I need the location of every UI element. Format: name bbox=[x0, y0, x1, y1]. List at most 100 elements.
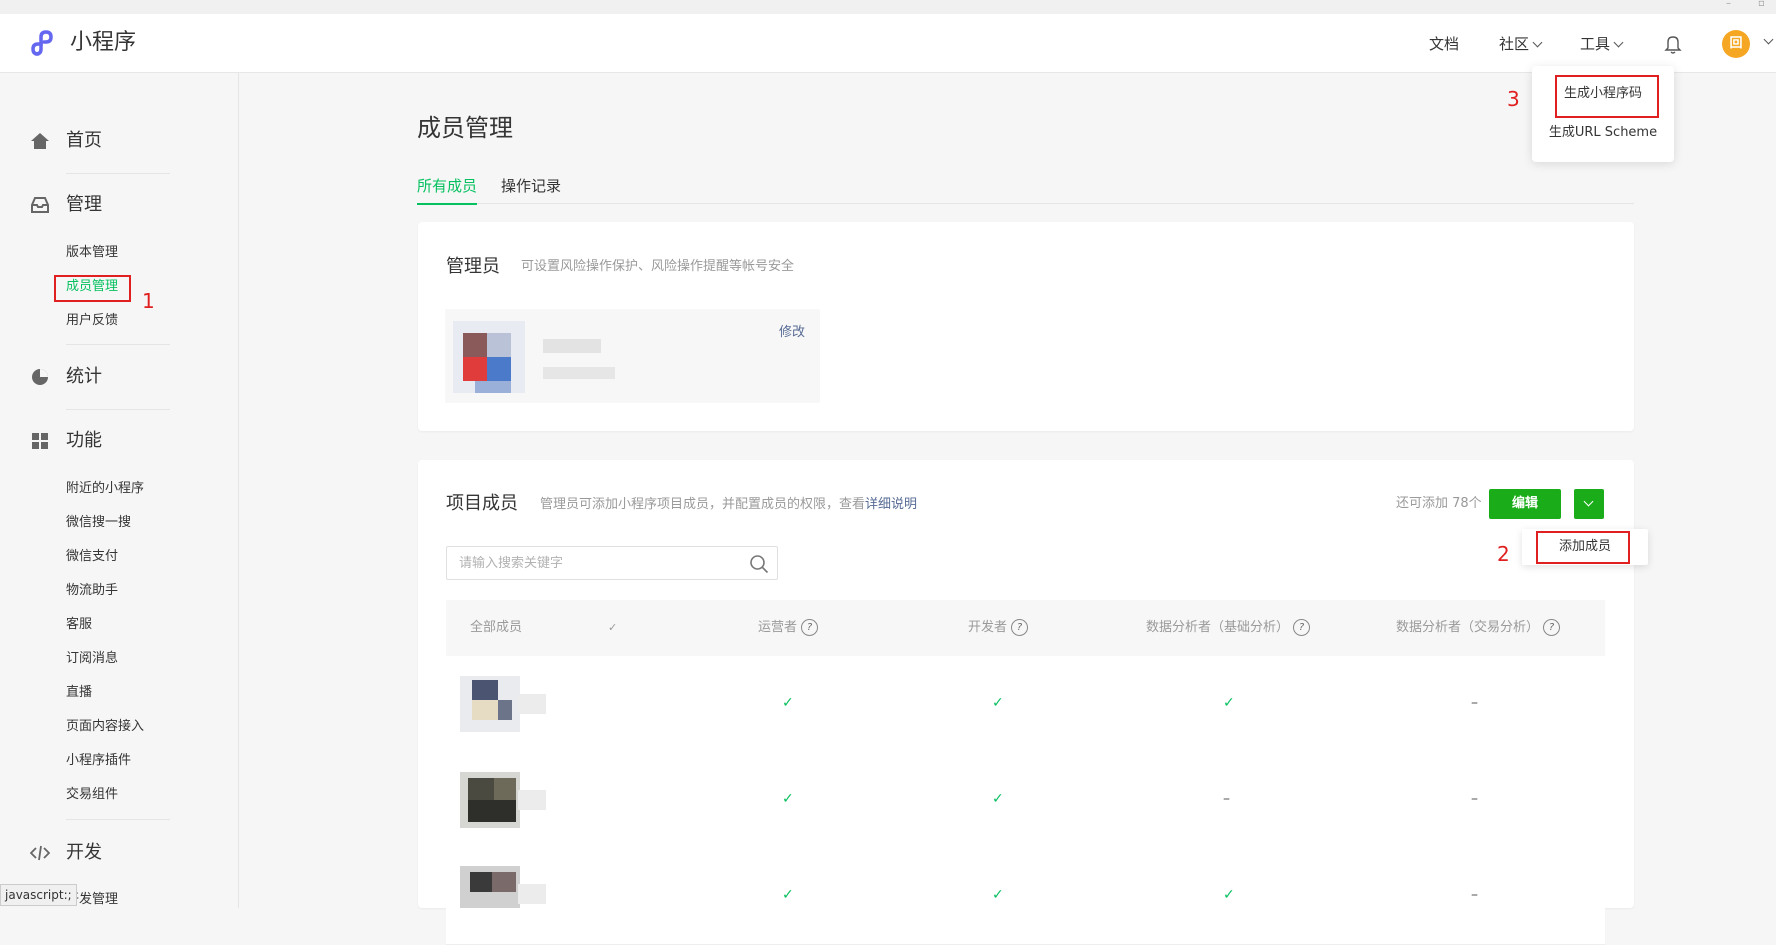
sidebar-item-nearby[interactable]: 附近的小程序 bbox=[66, 480, 144, 498]
table-row[interactable]: ✓ ✓ ✓ – bbox=[446, 848, 1605, 945]
admin-desc: 可设置风险操作保护、风险操作提醒等帐号安全 bbox=[521, 259, 795, 274]
highlight-box-1 bbox=[54, 275, 131, 302]
chevron-down-icon[interactable] bbox=[1763, 34, 1774, 45]
perm-developer: ✓ bbox=[992, 887, 1004, 903]
sort-icon[interactable]: ✓ bbox=[608, 619, 617, 637]
page-title: 成员管理 bbox=[417, 114, 513, 142]
avatar[interactable]: 回 bbox=[1722, 30, 1750, 58]
admin-wechat-id bbox=[543, 367, 615, 379]
detail-link[interactable]: 详细说明 bbox=[865, 497, 917, 512]
member-quota: 还可添加 78个 bbox=[1396, 496, 1482, 511]
members-table-header: 全部成员 ✓ 运营者? 开发者? 数据分析者（基础分析）? 数据分析者（交易分析… bbox=[446, 600, 1605, 656]
sidebar-item-version[interactable]: 版本管理 bbox=[66, 244, 118, 262]
window-title-strip: – ▫ bbox=[0, 0, 1776, 14]
perm-operator: ✓ bbox=[782, 695, 794, 711]
table-row[interactable]: ✓ ✓ – – bbox=[446, 752, 1605, 849]
help-icon[interactable]: ? bbox=[1543, 619, 1561, 636]
sidebar-item-subscribe[interactable]: 订阅消息 bbox=[66, 650, 118, 668]
search-icon[interactable] bbox=[749, 554, 769, 574]
nav-community-label: 社区 bbox=[1499, 35, 1530, 53]
chevron-down-icon bbox=[1613, 37, 1624, 48]
members-desc: 管理员可添加小程序项目成员，并配置成员的权限，查看详细说明 bbox=[540, 496, 917, 514]
col-analyst-basic-label: 数据分析者（基础分析） bbox=[1146, 620, 1290, 635]
avatar bbox=[460, 866, 546, 908]
annotation-number-1: 1 bbox=[142, 289, 155, 313]
tab-bar: 所有成员 操作记录 bbox=[417, 170, 1634, 205]
perm-developer: ✓ bbox=[992, 695, 1004, 711]
sidebar-item-pay[interactable]: 微信支付 bbox=[66, 548, 118, 566]
more-actions-button[interactable] bbox=[1574, 489, 1604, 519]
sidebar-item-service[interactable]: 客服 bbox=[66, 616, 92, 634]
sidebar-item-label: 首页 bbox=[66, 130, 102, 151]
col-developer-label: 开发者 bbox=[968, 620, 1008, 635]
perm-operator: ✓ bbox=[782, 791, 794, 807]
col-analyst-trade-label: 数据分析者（交易分析） bbox=[1396, 620, 1540, 635]
grid-icon bbox=[32, 433, 48, 449]
sidebar-item-logistics[interactable]: 物流助手 bbox=[66, 582, 118, 600]
maximize-icon[interactable]: ▫ bbox=[1758, 0, 1772, 9]
avatar bbox=[453, 321, 525, 393]
sidebar-item-label: 统计 bbox=[66, 366, 102, 387]
perm-analyst-basic: – bbox=[1223, 791, 1230, 807]
help-icon[interactable]: ? bbox=[801, 619, 819, 636]
nav-tools[interactable]: 工具 bbox=[1580, 34, 1624, 54]
col-operator: 运营者? bbox=[758, 619, 819, 637]
perm-analyst-trade: – bbox=[1471, 695, 1478, 711]
highlight-box-3 bbox=[1555, 75, 1659, 118]
perm-analyst-basic: ✓ bbox=[1223, 887, 1235, 903]
tab-operation-log[interactable]: 操作记录 bbox=[501, 174, 561, 198]
col-analyst-basic: 数据分析者（基础分析）? bbox=[1146, 619, 1311, 637]
pie-chart-icon bbox=[32, 369, 48, 385]
perm-operator: ✓ bbox=[782, 887, 794, 903]
admin-title: 管理员 bbox=[446, 256, 500, 277]
edit-admin-link[interactable]: 修改 bbox=[779, 324, 805, 342]
perm-analyst-trade: – bbox=[1471, 887, 1478, 903]
table-row[interactable]: ✓ ✓ ✓ – bbox=[446, 656, 1605, 753]
help-icon[interactable]: ? bbox=[1011, 619, 1029, 636]
col-developer: 开发者? bbox=[968, 619, 1029, 637]
sidebar-item-plugin[interactable]: 小程序插件 bbox=[66, 752, 131, 770]
home-icon bbox=[31, 133, 49, 149]
sidebar-section-label: 管理 bbox=[66, 194, 102, 215]
annotation-number-2: 2 bbox=[1497, 542, 1510, 566]
col-all-members[interactable]: 全部成员 bbox=[470, 619, 522, 637]
member-search bbox=[446, 546, 778, 580]
sidebar-item-feedback[interactable]: 用户反馈 bbox=[66, 312, 118, 330]
status-bar: javascript:; bbox=[0, 884, 77, 906]
sidebar-section-label: 开发 bbox=[66, 842, 102, 863]
sidebar-section-label: 功能 bbox=[66, 430, 102, 451]
divider bbox=[66, 409, 170, 410]
search-input[interactable] bbox=[457, 555, 731, 572]
sidebar-item-live[interactable]: 直播 bbox=[66, 684, 92, 702]
members-desc-text: 管理员可添加小程序项目成员，并配置成员的权限，查看 bbox=[540, 497, 866, 512]
sidebar-item-search[interactable]: 微信搜一搜 bbox=[66, 514, 131, 532]
tab-all-members[interactable]: 所有成员 bbox=[417, 174, 478, 205]
perm-developer: ✓ bbox=[992, 791, 1004, 807]
miniprogram-logo-icon[interactable] bbox=[30, 28, 60, 58]
help-icon[interactable]: ? bbox=[1293, 619, 1311, 636]
col-operator-label: 运营者 bbox=[758, 620, 798, 635]
members-title: 项目成员 bbox=[446, 493, 518, 514]
code-icon bbox=[30, 845, 50, 861]
nav-community[interactable]: 社区 bbox=[1499, 34, 1543, 54]
chevron-down-icon bbox=[1532, 37, 1543, 48]
avatar bbox=[460, 676, 546, 732]
divider bbox=[66, 173, 170, 174]
menu-item-generate-url-scheme[interactable]: 生成URL Scheme bbox=[1532, 123, 1674, 143]
col-analyst-trade: 数据分析者（交易分析）? bbox=[1396, 619, 1561, 637]
highlight-box-2 bbox=[1536, 531, 1630, 564]
nav-docs[interactable]: 文档 bbox=[1429, 34, 1459, 54]
divider bbox=[66, 819, 170, 820]
edit-button[interactable]: 编辑 bbox=[1489, 489, 1561, 519]
bell-icon[interactable] bbox=[1664, 34, 1682, 54]
sidebar-item-content[interactable]: 页面内容接入 bbox=[66, 718, 144, 736]
avatar bbox=[460, 772, 546, 828]
perm-analyst-basic: ✓ bbox=[1223, 695, 1235, 711]
admin-member-card: 修改 bbox=[445, 309, 820, 403]
divider bbox=[66, 344, 170, 345]
app-name[interactable]: 小程序 bbox=[70, 28, 136, 58]
sidebar-item-trade[interactable]: 交易组件 bbox=[66, 786, 118, 804]
inbox-icon bbox=[31, 197, 49, 213]
minimize-icon[interactable]: – bbox=[1726, 0, 1740, 9]
admin-name bbox=[543, 339, 601, 353]
